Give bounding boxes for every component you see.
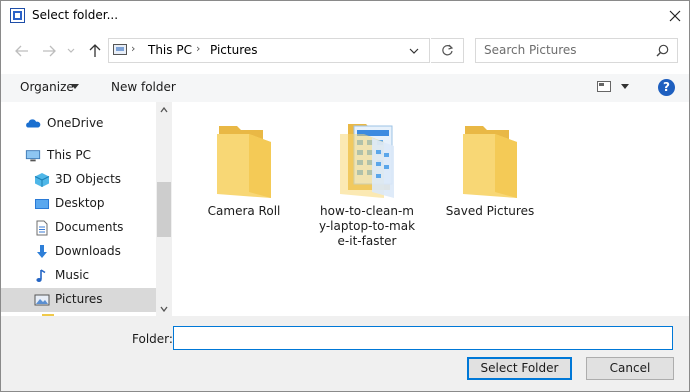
- computer-icon: [25, 150, 41, 162]
- refresh-icon: [441, 44, 453, 56]
- sidebar-item-label: OneDrive: [47, 116, 104, 130]
- breadcrumb-pictures[interactable]: Pictures: [210, 43, 258, 57]
- back-button[interactable]: [12, 41, 32, 61]
- folder-name: Saved Pictures: [445, 204, 535, 218]
- desktop-icon: [35, 199, 49, 209]
- music-icon: [36, 269, 46, 282]
- close-button[interactable]: [661, 3, 689, 29]
- view-options-icon[interactable]: [597, 81, 611, 92]
- sidebar-item-music[interactable]: Music: [1, 264, 156, 288]
- select-folder-dialog: Select folder... › This PC › Pictures Or…: [0, 0, 690, 392]
- pictures-folder-icon: [113, 44, 127, 55]
- navigation-scrollbar[interactable]: [156, 102, 172, 316]
- title-bar: Select folder...: [1, 1, 689, 31]
- sidebar-item-onedrive[interactable]: OneDrive: [1, 112, 156, 136]
- arrow-right-icon: [43, 45, 56, 57]
- folder-icon: [217, 126, 271, 198]
- download-icon: [37, 245, 47, 258]
- folder-view: Camera Roll how-to-clean-my-laptop-to-ma…: [172, 102, 689, 316]
- sidebar-item-3d-objects[interactable]: 3D Objects: [1, 168, 156, 192]
- sidebar-item-label: Desktop: [55, 196, 105, 210]
- address-bar[interactable]: › This PC › Pictures: [108, 38, 430, 63]
- sidebar-item-downloads[interactable]: Downloads: [1, 240, 156, 264]
- arrow-left-icon: [15, 45, 28, 57]
- document-icon: [36, 220, 48, 236]
- scroll-up-icon[interactable]: [160, 107, 168, 113]
- chevron-down-icon: [67, 48, 75, 53]
- sidebar-item-documents[interactable]: Documents: [1, 216, 156, 240]
- chevron-right-icon[interactable]: ›: [196, 42, 200, 55]
- new-folder-button[interactable]: New folder: [111, 80, 176, 94]
- address-dropdown-button[interactable]: [407, 44, 421, 58]
- scroll-down-icon[interactable]: [160, 306, 168, 312]
- forward-button[interactable]: [39, 41, 59, 61]
- sidebar-item-desktop[interactable]: Desktop: [1, 192, 156, 216]
- chevron-down-icon: [409, 48, 419, 54]
- navigation-pane: OneDrive This PC 3D Objects Desktop Docu…: [1, 102, 171, 316]
- onedrive-icon: [26, 119, 41, 128]
- caret-down-icon[interactable]: [621, 84, 629, 89]
- refresh-button[interactable]: [431, 38, 464, 63]
- chevron-right-icon[interactable]: ›: [131, 42, 135, 55]
- pictures-icon: [34, 294, 50, 306]
- cancel-button[interactable]: Cancel: [586, 357, 674, 380]
- search-icon[interactable]: [656, 44, 669, 57]
- sidebar-item-pictures[interactable]: Pictures: [1, 288, 156, 312]
- sidebar-item-label: Documents: [55, 220, 124, 234]
- sidebar-item-label: Pictures: [55, 292, 103, 306]
- sidebar-item-label: Downloads: [55, 244, 121, 258]
- scrollbar-thumb[interactable]: [157, 182, 171, 237]
- select-folder-button[interactable]: Select Folder: [467, 357, 572, 380]
- app-icon: [10, 8, 25, 23]
- dialog-footer: Folder: Select Folder Cancel: [1, 316, 689, 391]
- window-title: Select folder...: [32, 8, 119, 22]
- command-bar: Organize New folder ?: [1, 74, 689, 102]
- folder-item-saved-pictures[interactable]: Saved Pictures: [440, 120, 540, 219]
- folder-input[interactable]: [173, 326, 673, 350]
- sidebar-item-label: Music: [55, 268, 90, 282]
- folder-name: Camera Roll: [207, 204, 281, 218]
- recent-locations-button[interactable]: [63, 41, 79, 61]
- folder-item-camera-roll[interactable]: Camera Roll: [194, 120, 294, 219]
- folder-name: how-to-clean-my-laptop-to-make-it-faster: [318, 204, 416, 248]
- caret-down-icon[interactable]: [71, 84, 79, 89]
- arrow-up-icon: [89, 44, 101, 57]
- up-button[interactable]: [85, 41, 105, 61]
- close-icon: [669, 10, 681, 22]
- organize-menu-button[interactable]: Organize: [20, 80, 74, 94]
- sidebar-item-label: 3D Objects: [55, 172, 122, 186]
- cube-icon: [34, 173, 50, 187]
- sidebar-item-label: This PC: [47, 148, 91, 162]
- search-box[interactable]: [475, 38, 678, 63]
- folder-with-content-icon: [340, 124, 394, 198]
- search-input[interactable]: [484, 43, 654, 57]
- folder-field-label: Folder:: [132, 332, 173, 346]
- folder-icon: [463, 126, 517, 198]
- breadcrumb-this-pc[interactable]: This PC: [148, 43, 192, 57]
- sidebar-item-this-pc[interactable]: This PC: [1, 144, 156, 168]
- help-button[interactable]: ?: [658, 79, 675, 96]
- folder-item-how-to-clean[interactable]: how-to-clean-my-laptop-to-make-it-faster: [317, 120, 417, 249]
